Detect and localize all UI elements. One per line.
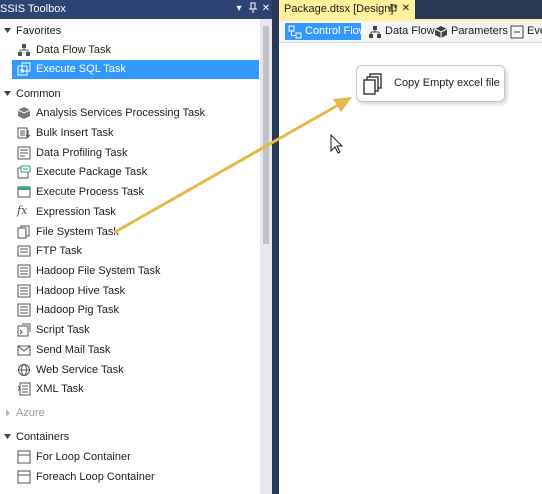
section-azure[interactable]: Azure: [0, 405, 260, 423]
event-handlers-icon: [510, 25, 524, 39]
toolbox-item-foreach-loop-container[interactable]: Foreach Loop Container: [12, 468, 259, 487]
toolbox-scrollbar-thumb[interactable]: [263, 26, 269, 244]
item-label: Script Task: [36, 324, 90, 336]
toolbox-item-script-task[interactable]: Script Task: [12, 321, 259, 340]
toolbox-item-analysis-services-processing-task[interactable]: Analysis Services Processing Task: [12, 104, 259, 123]
section-favorites[interactable]: Favorites: [0, 23, 260, 41]
xml-icon: [17, 382, 31, 396]
toolbox-item-web-service-task[interactable]: Web Service Task: [12, 361, 259, 380]
toolbox-item-hadoop-file-system-task[interactable]: Hadoop File System Task: [12, 262, 259, 281]
item-label: Execute SQL Task: [36, 63, 126, 75]
item-label: Send Mail Task: [36, 344, 111, 356]
document-tab-package-design[interactable]: Package.dtsx [Design]* ✕: [279, 0, 415, 19]
tab-control-flow[interactable]: Control Flow: [285, 23, 367, 40]
item-label: For Loop Container: [36, 451, 131, 463]
hadoop-pig-icon: [17, 303, 31, 317]
close-icon[interactable]: ✕: [400, 2, 412, 16]
tab-data-flow[interactable]: Data Flow: [365, 23, 435, 40]
toolbox-item-file-system-task[interactable]: File System Task: [12, 223, 259, 242]
dropdown-icon[interactable]: ▾: [233, 2, 245, 16]
ssis-toolbox-pane: SSIS Toolbox ▾ ✕ Favorites Data Flow Tas…: [0, 0, 272, 494]
file-system-icon: [17, 225, 30, 239]
toolbox-item-bulk-insert-task[interactable]: Bulk Insert Task: [12, 124, 259, 143]
parameters-icon: [434, 26, 448, 38]
section-label: Favorites: [16, 25, 62, 37]
execute-package-icon: [17, 165, 31, 179]
item-label: Hadoop File System Task: [36, 265, 161, 277]
item-label: File System Task: [36, 226, 119, 238]
toolbox-item-xml-task[interactable]: XML Task: [12, 380, 259, 399]
item-label: Data Profiling Task: [36, 147, 128, 159]
task-label: Copy Empty excel file: [394, 77, 500, 89]
toolbox-title: SSIS Toolbox: [0, 3, 66, 15]
document-tab-title: Package.dtsx [Design]*: [284, 3, 398, 15]
function-icon: fx: [17, 204, 28, 217]
item-label: XML Task: [36, 383, 84, 395]
collapse-triangle-icon: [4, 91, 11, 96]
item-label: Bulk Insert Task: [36, 127, 114, 139]
ftp-icon: [17, 245, 31, 257]
hadoop-file-system-icon: [17, 264, 31, 278]
toolbox-item-data-flow-task[interactable]: Data Flow Task: [12, 41, 259, 60]
toolbox-item-for-loop-container[interactable]: For Loop Container: [12, 448, 259, 467]
section-common[interactable]: Common: [0, 86, 260, 104]
section-label: Containers: [16, 431, 70, 443]
tab-label: Data Flow: [385, 25, 435, 37]
control-flow-icon: [288, 25, 302, 39]
pin-icon[interactable]: [386, 2, 398, 16]
execute-process-icon: [17, 186, 31, 198]
item-label: Execute Process Task: [36, 186, 145, 198]
file-system-task-icon: [363, 73, 382, 95]
item-label: Execute Package Task: [36, 166, 148, 178]
toolbox-item-expression-task[interactable]: fx Expression Task: [12, 203, 259, 222]
item-label: Web Service Task: [36, 364, 124, 376]
script-icon: [17, 323, 31, 337]
toolbox-item-execute-process-task[interactable]: Execute Process Task: [12, 183, 259, 202]
bulk-insert-icon: [17, 127, 31, 139]
item-label: Hadoop Hive Task: [36, 285, 126, 297]
item-label: Foreach Loop Container: [36, 471, 155, 483]
expand-triangle-icon: [6, 409, 10, 417]
item-label: Hadoop Pig Task: [36, 304, 119, 316]
item-label: Expression Task: [36, 206, 116, 218]
item-label: FTP Task: [36, 245, 83, 257]
section-label: Azure: [16, 407, 45, 419]
toolbox-item-data-profiling-task[interactable]: Data Profiling Task: [12, 144, 259, 163]
tab-label: Parameters: [451, 25, 508, 37]
pin-icon[interactable]: [247, 2, 259, 16]
execute-sql-task-icon: [17, 62, 31, 76]
package-designer: Package.dtsx [Design]* ✕ Control Flow Da…: [279, 0, 542, 494]
section-label: Common: [16, 88, 61, 100]
toolbox-item-send-mail-task[interactable]: Send Mail Task: [12, 341, 259, 360]
toolbox-item-execute-sql-task[interactable]: Execute SQL Task: [12, 60, 259, 79]
toolbox-title-bar: SSIS Toolbox ▾ ✕: [0, 0, 272, 19]
foreach-loop-icon: [17, 470, 31, 484]
toolbox-item-ftp-task[interactable]: FTP Task: [12, 242, 259, 261]
collapse-triangle-icon: [4, 28, 11, 33]
control-flow-canvas[interactable]: Copy Empty excel file: [279, 43, 542, 494]
item-label: Analysis Services Processing Task: [36, 107, 206, 119]
tab-parameters[interactable]: Parameters: [431, 23, 508, 40]
section-containers[interactable]: Containers: [0, 429, 260, 447]
collapse-triangle-icon: [4, 434, 11, 439]
toolbox-item-execute-package-task[interactable]: Execute Package Task: [12, 163, 259, 182]
data-flow-task-icon: [18, 44, 30, 56]
item-label: Data Flow Task: [36, 44, 111, 56]
data-profiling-icon: [17, 146, 31, 160]
hadoop-hive-icon: [17, 284, 31, 298]
globe-icon: [18, 364, 30, 376]
cube-icon: [17, 107, 31, 119]
toolbox-item-hadoop-pig-task[interactable]: Hadoop Pig Task: [12, 301, 259, 320]
task-copy-empty-excel-file[interactable]: Copy Empty excel file: [356, 65, 505, 102]
mail-icon: [17, 345, 31, 356]
data-flow-icon: [369, 26, 381, 38]
close-icon[interactable]: ✕: [260, 2, 272, 16]
tab-event-handlers[interactable]: Eve: [507, 23, 542, 40]
tab-label: Eve: [527, 25, 542, 37]
tab-label: Control Flow: [305, 25, 367, 37]
designer-subtab-bar: Control Flow Data Flow Parameters Eve: [279, 21, 542, 43]
for-loop-icon: [17, 450, 31, 464]
toolbox-item-hadoop-hive-task[interactable]: Hadoop Hive Task: [12, 282, 259, 301]
